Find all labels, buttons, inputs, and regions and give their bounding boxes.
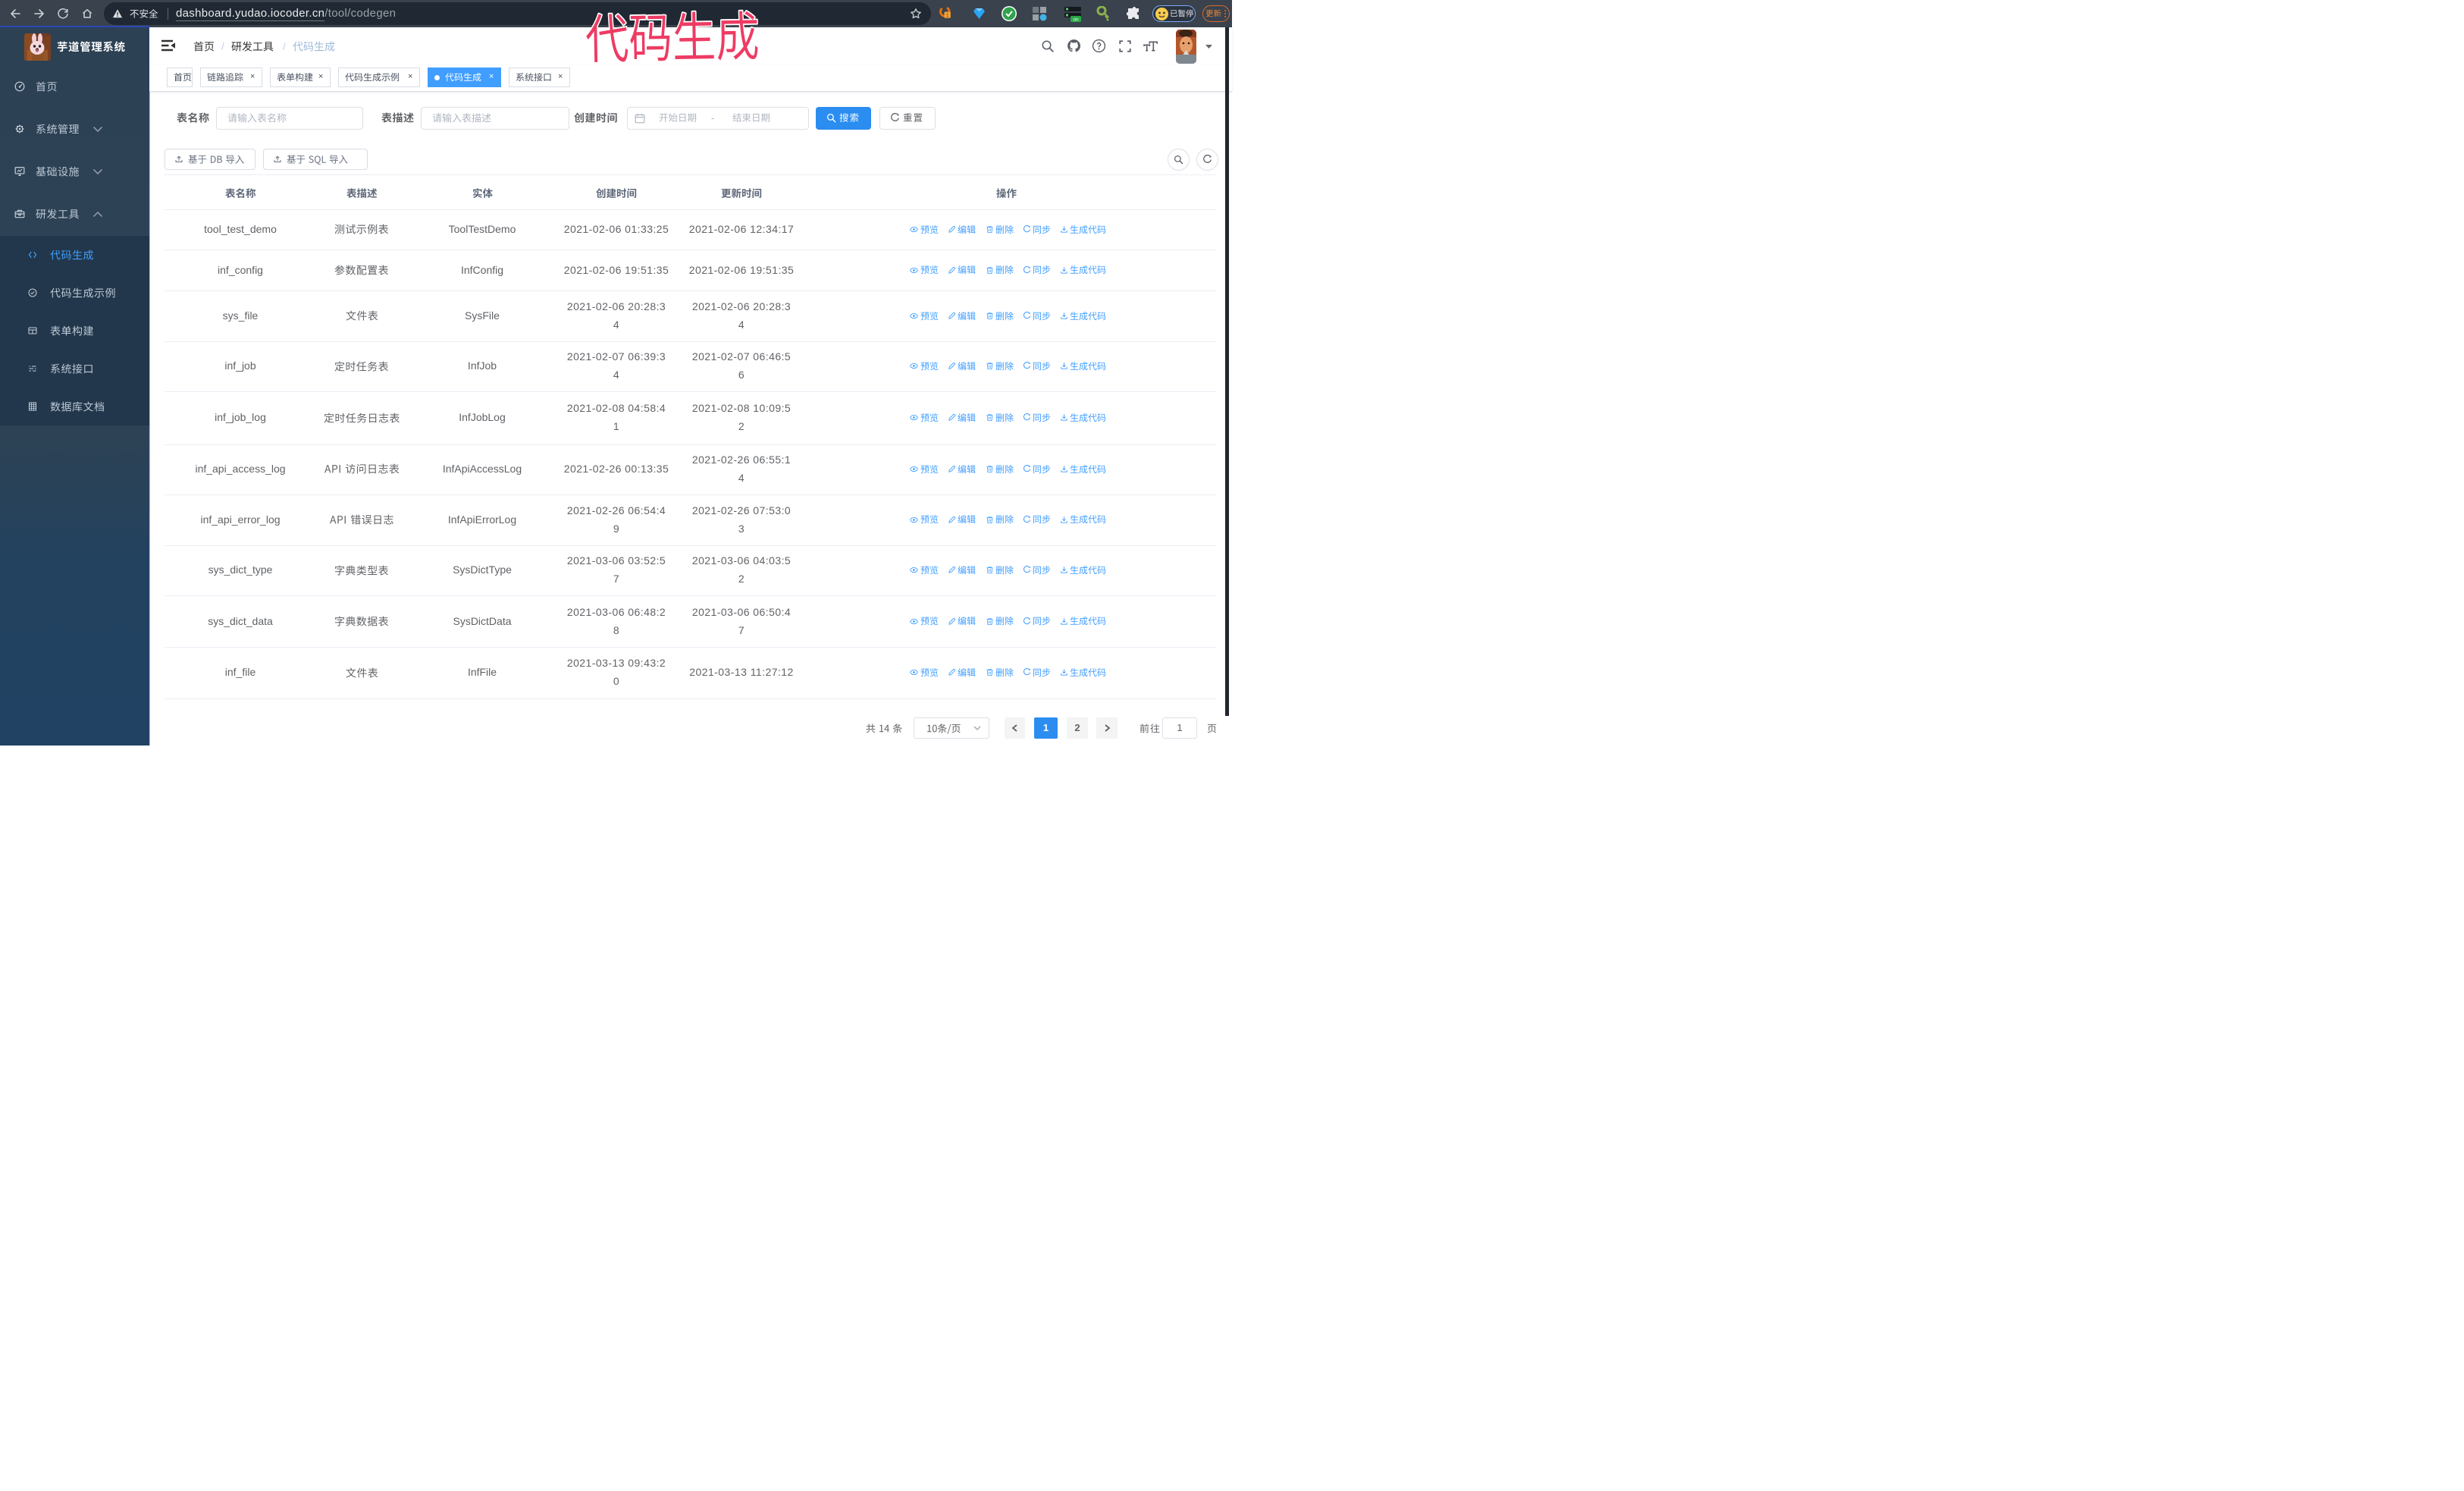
svg-text:on: on bbox=[1073, 17, 1079, 23]
svg-text:1: 1 bbox=[946, 12, 949, 19]
